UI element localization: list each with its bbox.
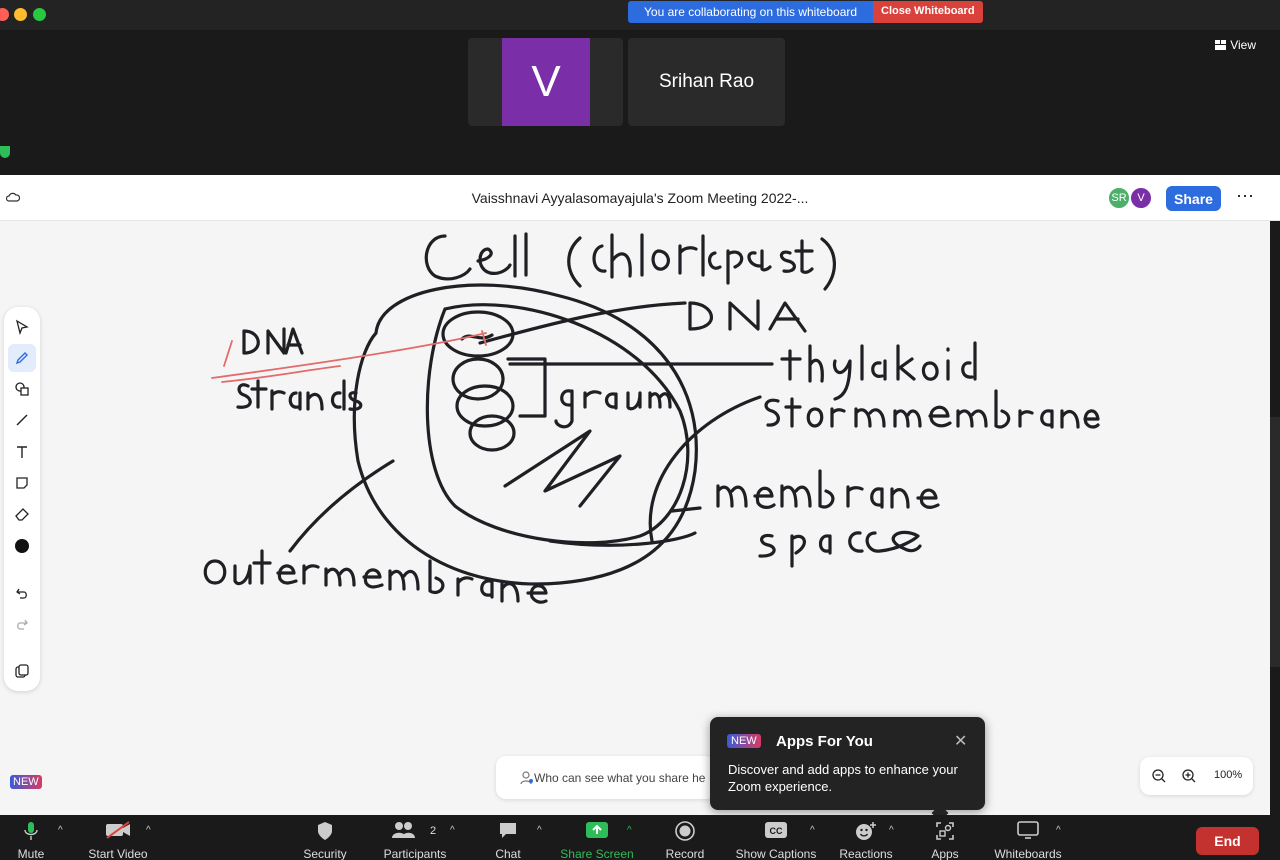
encryption-shield-icon[interactable] (0, 146, 10, 158)
show-captions-button[interactable]: CC Show Captions (732, 815, 820, 860)
start-video-label: Start Video (88, 847, 148, 860)
record-label: Record (665, 847, 705, 860)
participants-options-chevron-icon[interactable]: ^ (450, 825, 455, 836)
shield-icon (318, 822, 332, 840)
line-icon[interactable] (8, 406, 36, 434)
new-badge: NEW (727, 734, 761, 748)
pen-icon[interactable] (8, 344, 36, 372)
zoom-level[interactable]: 100% (1214, 769, 1242, 781)
reactions-icon (856, 822, 876, 840)
zoom-out-icon[interactable] (1152, 769, 1166, 783)
apps-icon (936, 822, 954, 840)
eraser-icon[interactable] (8, 500, 36, 528)
thylakoid-zigzag-shape (503, 429, 622, 508)
participants-icon (391, 822, 415, 838)
participants-count: 2 (430, 825, 437, 837)
share-screen-label: Share Screen (560, 847, 634, 860)
whiteboard-canvas[interactable]: NEW Who can see what you share he 100% (0, 221, 1270, 815)
participant-tile-srihan[interactable]: Srihan Rao (628, 38, 785, 126)
meeting-toolbar: Mute ^ Start Video ^ Security 2 Particip… (0, 815, 1280, 860)
redo-icon[interactable] (8, 610, 36, 638)
chat-button[interactable]: Chat (488, 815, 528, 860)
minimize-window-icon[interactable] (14, 8, 27, 21)
scrollbar[interactable] (1270, 221, 1280, 815)
collaborator-avatar-v[interactable]: V (1130, 187, 1152, 209)
zoom-in-icon[interactable] (1182, 769, 1196, 783)
undo-icon[interactable] (8, 579, 36, 607)
chat-options-chevron-icon[interactable]: ^ (537, 825, 542, 836)
grid-view-icon (1215, 40, 1227, 50)
participant-strip: V Srihan Rao View (0, 30, 1280, 175)
video-off-icon (106, 821, 130, 839)
share-screen-icon (586, 822, 608, 838)
select-icon[interactable] (8, 313, 36, 341)
participant-name: Srihan Rao (658, 71, 755, 92)
share-screen-button[interactable]: Share Screen (558, 815, 636, 860)
svg-text:CC: CC (770, 826, 783, 836)
participant-tile-v[interactable]: V (468, 38, 623, 126)
whiteboard-title: Vaisshnavi Ayyalasomayajula's Zoom Meeti… (471, 190, 809, 206)
participants-button[interactable]: 2 Participants (380, 815, 450, 860)
sticky-note-icon[interactable] (8, 469, 36, 497)
handwritten-drawing (203, 232, 1100, 604)
apps-for-you-popup: NEW Apps For You ✕ Discover and add apps… (710, 717, 985, 822)
collaboration-message: You are collaborating on this whiteboard (628, 1, 874, 23)
captions-options-chevron-icon[interactable]: ^ (810, 825, 815, 836)
chat-label: Chat (495, 847, 521, 860)
video-options-chevron-icon[interactable]: ^ (146, 825, 151, 836)
color-icon[interactable] (8, 532, 36, 560)
participants-label: Participants (383, 847, 447, 860)
closed-captions-icon: CC (765, 822, 787, 838)
apps-button[interactable]: Apps (920, 815, 970, 860)
shapes-icon[interactable] (8, 375, 36, 403)
start-video-button[interactable]: Start Video (82, 815, 154, 860)
microphone-icon (24, 822, 38, 840)
more-options-icon[interactable]: ⋯ (1236, 186, 1255, 207)
popup-title: Apps For You (776, 733, 873, 750)
zoom-window-icon[interactable] (33, 8, 46, 21)
whiteboard-icon (1017, 821, 1039, 839)
share-button[interactable]: Share (1166, 186, 1221, 211)
whiteboards-button[interactable]: Whiteboards (988, 815, 1068, 860)
mute-button[interactable]: Mute (6, 815, 56, 860)
record-icon (675, 821, 695, 841)
share-options-chevron-icon[interactable]: ^ (627, 825, 632, 836)
reactions-options-chevron-icon[interactable]: ^ (889, 825, 894, 836)
reactions-button[interactable]: Reactions (834, 815, 898, 860)
security-label: Security (303, 847, 347, 860)
close-icon[interactable]: ✕ (954, 731, 967, 751)
new-badge: NEW (10, 775, 42, 789)
security-button[interactable]: Security (298, 815, 352, 860)
window-title-bar: You are collaborating on this whiteboard… (0, 0, 1280, 30)
whiteboard-header: Vaisshnavi Ayyalasomayajula's Zoom Meeti… (0, 175, 1280, 221)
person-icon (520, 771, 533, 785)
end-meeting-button[interactable]: End (1196, 827, 1259, 855)
layers-icon[interactable] (8, 657, 36, 685)
whiteboards-label: Whiteboards (994, 847, 1062, 860)
show-captions-label: Show Captions (735, 847, 817, 860)
whiteboard-toolbar (4, 307, 40, 691)
mute-label: Mute (17, 847, 45, 860)
chat-icon (500, 823, 516, 838)
scrollbar-thumb[interactable] (1270, 417, 1280, 667)
zoom-controls: 100% (1140, 757, 1253, 795)
close-whiteboard-button[interactable]: Close Whiteboard (873, 1, 983, 23)
text-icon[interactable] (8, 438, 36, 466)
popup-body: Discover and add apps to enhance your Zo… (728, 762, 958, 794)
whiteboards-options-chevron-icon[interactable]: ^ (1056, 825, 1061, 836)
reactions-label: Reactions (839, 847, 893, 860)
audio-options-chevron-icon[interactable]: ^ (58, 825, 63, 836)
view-button[interactable]: View (1215, 38, 1256, 52)
collaborator-avatar-sr[interactable]: SR (1108, 187, 1130, 209)
close-window-icon[interactable] (0, 8, 9, 21)
apps-label: Apps (931, 847, 959, 860)
participant-avatar: V (502, 38, 590, 126)
collaboration-banner: You are collaborating on this whiteboard… (628, 1, 983, 23)
view-label: View (1230, 38, 1256, 52)
record-button[interactable]: Record (660, 815, 710, 860)
